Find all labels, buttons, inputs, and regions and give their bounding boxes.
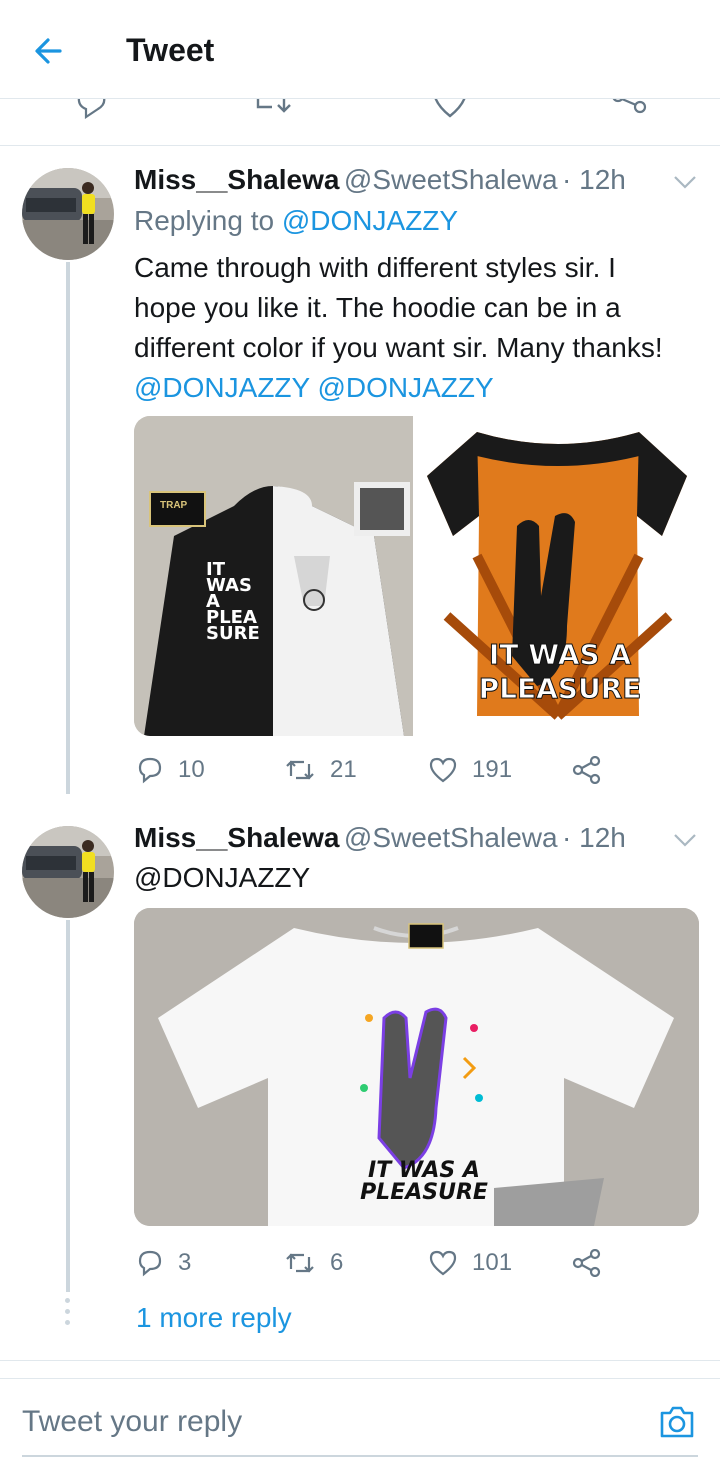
more-replies-link[interactable]: 1 more reply xyxy=(136,1302,292,1334)
share-icon[interactable] xyxy=(572,1249,602,1277)
share-icon[interactable] xyxy=(572,756,602,784)
print-line: PLEASURE xyxy=(478,672,642,706)
back-arrow-icon[interactable] xyxy=(30,33,66,69)
retweet-icon[interactable] xyxy=(254,99,294,119)
mention-link[interactable]: @DONJAZZY xyxy=(134,858,310,898)
reply-icon[interactable] xyxy=(74,99,108,119)
reply-count: 3 xyxy=(178,1249,192,1276)
mention-link[interactable]: @DONJAZZY xyxy=(317,372,493,403)
print-line: IT WAS A xyxy=(368,1158,480,1183)
like-action[interactable]: 101 xyxy=(428,1249,512,1277)
mention-link[interactable]: @DONJAZZY xyxy=(134,372,310,403)
like-action[interactable]: 191 xyxy=(428,756,512,784)
thread-dots xyxy=(65,1298,71,1332)
reply-icon xyxy=(138,1250,162,1277)
tweet-text: Came through with different styles sir. … xyxy=(134,248,684,408)
user-name[interactable]: Miss__Shalewa xyxy=(134,822,339,853)
reply-underline xyxy=(22,1455,698,1457)
replying-to: Replying to @DONJAZZY xyxy=(134,205,458,237)
tweet-body: Came through with different styles sir. … xyxy=(134,252,663,363)
reply-input[interactable] xyxy=(22,1405,622,1439)
print-line: PLEASURE xyxy=(360,1180,488,1205)
retweet-count: 21 xyxy=(330,756,357,783)
previous-tweet-actions xyxy=(0,99,720,121)
like-count: 101 xyxy=(472,1249,513,1276)
camera-icon[interactable] xyxy=(658,1403,696,1441)
print-text: IT WAS A PLEA SURE xyxy=(206,561,260,644)
tshirt-image[interactable]: IT WAS A PLEASURE xyxy=(134,908,699,1226)
user-handle: @SweetShalewa xyxy=(343,822,558,853)
print-text: IT WAS A PLEASURE xyxy=(334,1160,514,1204)
user-name[interactable]: Miss__Shalewa xyxy=(134,164,339,195)
print-line: SURE xyxy=(206,623,260,644)
tweet-meta: Miss__Shalewa @SweetShalewa · 12h xyxy=(134,164,626,196)
chevron-down-icon[interactable] xyxy=(672,832,698,848)
chevron-down-icon[interactable] xyxy=(672,174,698,190)
retweet-icon xyxy=(286,760,314,780)
print-text: IT WAS A PLEASURE xyxy=(455,638,665,706)
thread-line xyxy=(66,920,70,1292)
like-count: 191 xyxy=(472,756,513,783)
avatar[interactable] xyxy=(22,826,114,918)
section-divider xyxy=(0,145,720,146)
reply-action[interactable]: 3 xyxy=(136,1249,191,1277)
reply-icon xyxy=(138,757,162,784)
retweet-action[interactable]: 21 xyxy=(284,756,357,784)
section-divider xyxy=(0,1360,720,1361)
thread-line xyxy=(66,262,70,794)
timestamp: · 12h xyxy=(562,822,626,853)
replying-prefix: Replying to xyxy=(134,205,275,236)
retweet-action[interactable]: 6 xyxy=(284,1249,343,1277)
print-line: IT WAS A xyxy=(488,638,632,672)
media-grid: TRAP IT WAS A PLEA SURE IT WAS A PLEASUR… xyxy=(134,416,699,736)
like-icon xyxy=(429,1250,457,1276)
hoodie-image[interactable]: TRAP IT WAS A PLEA SURE xyxy=(134,416,413,736)
retweet-icon xyxy=(286,1253,314,1273)
retweet-count: 6 xyxy=(330,1249,344,1276)
reply-count: 10 xyxy=(178,756,205,783)
tweet-meta: Miss__Shalewa @SweetShalewa · 12h xyxy=(134,822,626,854)
tshirt-image[interactable]: IT WAS A PLEASURE xyxy=(417,416,699,736)
reply-action[interactable]: 10 xyxy=(136,756,205,784)
top-bar: Tweet xyxy=(0,0,720,99)
like-icon[interactable] xyxy=(432,99,468,119)
user-handle: @SweetShalewa xyxy=(343,164,558,195)
brand-label: TRAP xyxy=(160,500,188,511)
share-icon[interactable] xyxy=(610,99,650,119)
replying-to-link[interactable]: @DONJAZZY xyxy=(282,205,458,236)
timestamp: · 12h xyxy=(562,164,626,195)
like-icon xyxy=(429,757,457,783)
avatar[interactable] xyxy=(22,168,114,260)
page-title: Tweet xyxy=(126,32,215,68)
